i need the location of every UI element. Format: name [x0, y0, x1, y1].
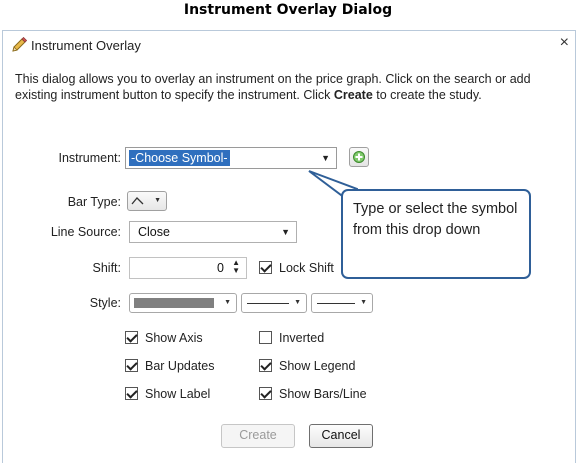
chevron-down-icon: ▼ [294, 299, 301, 306]
close-button[interactable]: × [560, 34, 569, 52]
bar-updates-checkbox[interactable] [125, 359, 138, 372]
bar-updates-label: Bar Updates [145, 359, 215, 373]
show-bars-line-checkbox[interactable] [259, 387, 272, 400]
chevron-down-icon: ▼ [154, 197, 161, 204]
cancel-button[interactable]: Cancel [309, 424, 373, 448]
line-source-select[interactable]: Close ▼ [129, 221, 297, 243]
show-legend-label: Show Legend [279, 359, 356, 373]
spinner-arrows-icon[interactable]: ▲ ▼ [232, 259, 240, 275]
callout-text: Type or select the symbol from this drop… [353, 201, 518, 238]
chevron-down-icon: ▼ [281, 227, 290, 237]
color-swatch [134, 298, 214, 308]
bar-type-dropdown[interactable]: ▼ [127, 191, 167, 211]
lock-shift-label: Lock Shift [279, 261, 334, 275]
instrument-value: -Choose Symbol- [129, 150, 230, 166]
bar-type-label: Bar Type: [67, 195, 121, 209]
description-text-end: to create the study. [372, 88, 482, 102]
chevron-down-icon: ▼ [224, 299, 231, 306]
show-legend-checkbox[interactable] [259, 359, 272, 372]
instrument-overlay-dialog: Instrument Overlay × This dialog allows … [2, 30, 576, 463]
solid-line-icon [247, 303, 289, 304]
show-label-checkbox[interactable] [125, 387, 138, 400]
inverted-checkbox[interactable] [259, 331, 272, 344]
description-create-emphasis: Create [333, 88, 373, 102]
dialog-title: Instrument Overlay [31, 38, 141, 53]
line-source-value: Close [138, 225, 170, 239]
show-label-label: Show Label [145, 387, 211, 401]
inverted-label: Inverted [279, 331, 325, 345]
style-label: Style: [89, 296, 121, 310]
line-width-dropdown[interactable]: ▼ [311, 293, 373, 313]
shift-label: Shift: [92, 261, 122, 275]
line-width-icon [317, 303, 355, 304]
line-source-label: Line Source: [50, 225, 121, 239]
chevron-down-icon: ▼ [360, 299, 367, 306]
line-style-dropdown[interactable]: ▼ [241, 293, 307, 313]
instrument-label: Instrument: [58, 151, 121, 165]
lock-shift-checkbox[interactable] [259, 261, 272, 274]
callout-tooltip: Type or select the symbol from this drop… [341, 189, 531, 279]
shift-stepper[interactable]: 0 ▲ ▼ [129, 257, 247, 279]
dialog-description: This dialog allows you to overlay an ins… [15, 71, 567, 103]
dialog-titlebar: Instrument Overlay × [3, 31, 575, 59]
create-button[interactable]: Create [221, 424, 295, 448]
style-color-dropdown[interactable]: ▼ [129, 293, 237, 313]
shift-value: 0 [217, 261, 224, 275]
show-bars-line-label: Show Bars/Line [279, 387, 367, 401]
page-title: Instrument Overlay Dialog [183, 2, 393, 18]
pencil-icon [11, 36, 28, 53]
show-axis-checkbox[interactable] [125, 331, 138, 344]
show-axis-label: Show Axis [145, 331, 203, 345]
